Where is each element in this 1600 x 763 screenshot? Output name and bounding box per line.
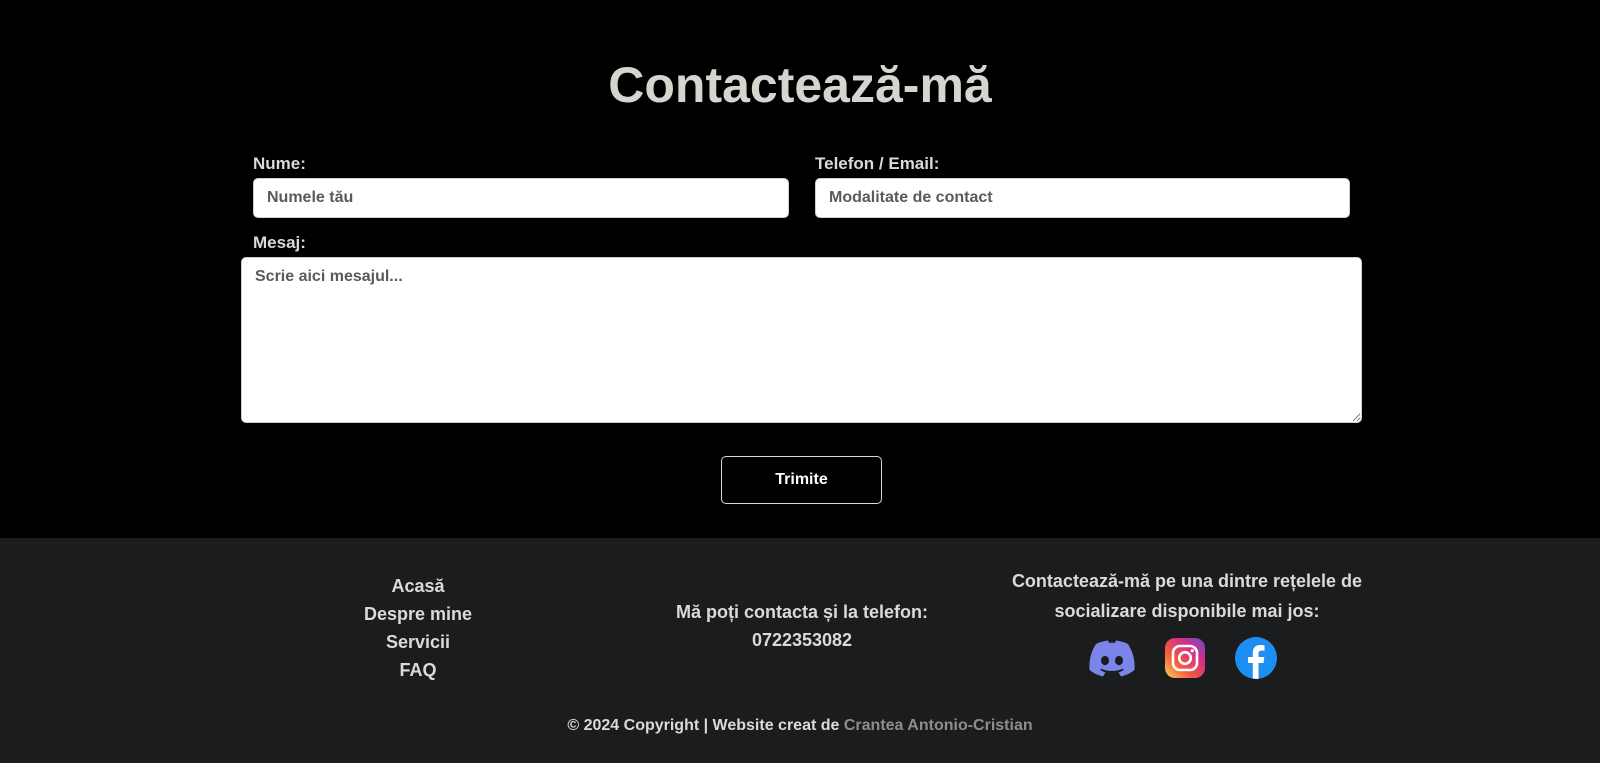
footer-link-services[interactable]: Servicii: [318, 628, 518, 656]
contact-method-label: Telefon / Email:: [815, 154, 940, 173]
page-title: Contactează-mă: [608, 57, 992, 113]
footer-link-faq[interactable]: FAQ: [318, 656, 518, 684]
footer-nav: Acasă Despre mine Servicii FAQ: [318, 572, 518, 684]
contact-method-input[interactable]: [815, 178, 1350, 218]
name-label: Nume:: [253, 154, 306, 173]
copyright: © 2024 Copyright | Website creat de Cran…: [0, 716, 1600, 736]
footer-link-about[interactable]: Despre mine: [318, 600, 518, 628]
copyright-text: © 2024 Copyright | Website creat de: [567, 717, 840, 734]
footer-link-home[interactable]: Acasă: [318, 572, 518, 600]
facebook-icon[interactable]: [1234, 636, 1278, 680]
phone-text: Mă poți contacta și la telefon:: [675, 602, 929, 622]
footer-social-block: Contactează-mă pe una dintre rețelele de…: [980, 566, 1394, 679]
name-input[interactable]: [253, 178, 789, 218]
footer: Acasă Despre mine Servicii FAQ Mă poți c…: [0, 538, 1600, 763]
phone-number: 0722353082: [751, 630, 853, 650]
contact-section: Contactează-mă Nume: Telefon / Email: Me…: [0, 0, 1600, 538]
social-text-line-1: Contactează-mă pe una dintre rețelele de: [1011, 571, 1363, 591]
social-text-line-2: socializare disponibile mai jos:: [1054, 601, 1320, 621]
footer-phone-block: Mă poți contacta și la telefon: 07223530…: [600, 598, 1004, 654]
discord-icon[interactable]: [1088, 636, 1135, 680]
submit-button[interactable]: Trimite: [721, 456, 882, 504]
author-link[interactable]: Crantea Antonio-Cristian: [844, 717, 1033, 734]
message-label: Mesaj:: [253, 233, 306, 252]
instagram-icon[interactable]: [1163, 636, 1207, 680]
message-textarea[interactable]: [241, 257, 1362, 423]
